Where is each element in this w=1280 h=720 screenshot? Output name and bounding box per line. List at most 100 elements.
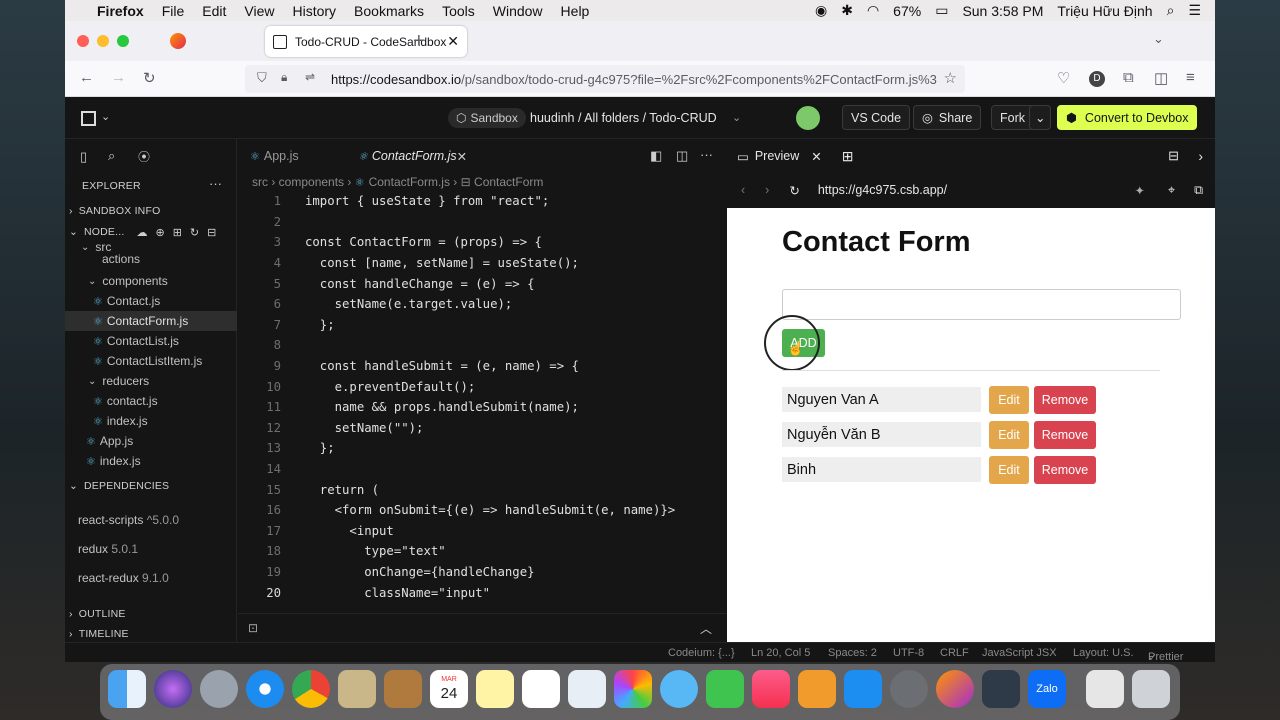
menu-bookmarks[interactable]: Bookmarks [354, 3, 424, 19]
preview-back-icon[interactable]: ‹ [741, 183, 745, 197]
shield-icon[interactable]: ⛉ [257, 70, 267, 86]
system-settings-icon[interactable] [890, 670, 928, 708]
firefox-view-icon[interactable] [170, 33, 186, 49]
code-line[interactable]: 9 const handleSubmit = (e, name) => { [238, 356, 727, 377]
notes-icon[interactable] [476, 670, 514, 708]
sandbox-info-section[interactable]: › SANDBOX INFO [65, 201, 237, 221]
close-preview-icon[interactable]: ✕ [811, 149, 821, 164]
code-line[interactable]: 8 [238, 335, 727, 356]
edit-button[interactable]: Edit [989, 421, 1029, 449]
code-line[interactable]: 10 e.preventDefault(); [238, 376, 727, 397]
code-line[interactable]: 20 className="input" [238, 582, 727, 603]
preview-url[interactable]: https://g4c975.csb.app/ [818, 183, 947, 197]
siri-icon[interactable] [154, 670, 192, 708]
status-encoding[interactable]: UTF-8 [893, 647, 924, 659]
code-line[interactable]: 6 setName(e.target.value); [238, 294, 727, 315]
crumb-file[interactable]: ContactForm.js [369, 175, 450, 189]
explorer-actions-icons[interactable]: ☁⊕⊞↻⊟ [137, 226, 225, 239]
close-tab-icon[interactable]: ✕ [457, 149, 467, 164]
user-avatar[interactable] [796, 106, 820, 130]
spotlight-icon[interactable]: ⌕ [1167, 2, 1175, 19]
breadcrumb-chevron-icon[interactable]: ⌄ [732, 111, 741, 124]
facetime-icon[interactable] [706, 670, 744, 708]
chevron-right-icon[interactable]: › [1198, 148, 1203, 164]
minimize-window-button[interactable] [97, 35, 109, 47]
clock[interactable]: Sun 3:58 PM [962, 3, 1043, 19]
zalo-icon[interactable]: Zalo [1028, 670, 1066, 708]
firefox-icon[interactable] [936, 670, 974, 708]
account-avatar[interactable]: D [1089, 71, 1105, 87]
close-window-button[interactable] [77, 35, 89, 47]
tree-app-js[interactable]: ⚛ App.js [65, 431, 237, 451]
code-line[interactable]: 18 type="text" [238, 541, 727, 562]
new-tab-icon[interactable]: + [413, 30, 425, 53]
code-line[interactable]: 5 const handleChange = (e) => { [238, 273, 727, 294]
control-center-icon[interactable]: ☰ [1188, 2, 1201, 19]
close-tab-icon[interactable]: ✕ [447, 33, 459, 50]
permissions-icon[interactable]: ⇌ [305, 70, 315, 84]
dependencies-section[interactable]: ⌄ DEPENDENCIES [65, 478, 237, 494]
code-line[interactable]: 11 name && props.handleSubmit(name); [238, 397, 727, 418]
vscode-button[interactable]: VS Code [842, 105, 911, 130]
code-line[interactable]: 17 <input [238, 521, 727, 542]
menu-help[interactable]: Help [561, 3, 590, 19]
menu-window[interactable]: Window [493, 3, 543, 19]
more-icon[interactable]: ··· [209, 176, 222, 191]
tree-contact-reducer-js[interactable]: ⚛ contact.js [65, 391, 237, 411]
extensions-icon[interactable]: ⧉ [1123, 69, 1134, 86]
add-panel-icon[interactable]: ⊞ [842, 148, 854, 165]
tree-reducers[interactable]: ⌄ reducers [65, 371, 237, 391]
code-line[interactable]: 14 [238, 459, 727, 480]
chrome-icon[interactable] [292, 670, 330, 708]
user-name[interactable]: Triệu Hữu Định [1057, 3, 1152, 19]
split-editor-icon[interactable]: ◧ [650, 148, 662, 164]
menu-app-name[interactable]: Firefox [97, 3, 144, 19]
csb-logo-icon[interactable] [81, 111, 96, 126]
browser-tab[interactable]: Todo-CRUD - CodeSandbox ✕ [265, 26, 467, 57]
code-line[interactable]: 7 }; [238, 315, 727, 336]
search-icon[interactable]: ⌕ [108, 148, 115, 164]
git-icon[interactable]: ⦿ [138, 148, 150, 165]
trash-icon[interactable] [1132, 670, 1170, 708]
split-editor-right-icon[interactable]: ◫ [676, 148, 688, 164]
menu-history[interactable]: History [292, 3, 336, 19]
remove-button[interactable]: Remove [1034, 386, 1096, 414]
tree-index-js[interactable]: ⚛ index.js [65, 451, 237, 471]
remove-button[interactable]: Remove [1034, 456, 1096, 484]
tab-contactform-js[interactable]: ⚛ ContactForm.js ✕ [346, 139, 476, 173]
code-line[interactable]: 3 const ContactForm = (props) => { [238, 232, 727, 253]
status-codeium[interactable]: Codeium: {...} [668, 647, 735, 659]
dependency-item[interactable]: redux 5.0.1 [78, 542, 138, 556]
code-line[interactable]: 15 return ( [238, 479, 727, 500]
sidebar-icon[interactable]: ◫ [1154, 69, 1168, 87]
tree-contactlist-js[interactable]: ⚛ ContactList.js [65, 331, 237, 351]
code-line[interactable]: 19 onChange={handleChange} [238, 562, 727, 583]
convert-to-devbox-button[interactable]: ⬢ Convert to Devbox [1057, 105, 1198, 130]
contact-name-input[interactable] [782, 289, 1181, 320]
list-tabs-icon[interactable]: ⌄ [1153, 31, 1164, 47]
open-new-window-icon[interactable]: ⧉ [1194, 183, 1203, 198]
back-icon[interactable]: ← [79, 69, 94, 86]
layout-icon[interactable]: ⊟ [1168, 148, 1179, 164]
fork-dropdown-icon[interactable]: ⌄ [1029, 105, 1052, 130]
hamburger-menu-icon[interactable]: ≡ [1186, 69, 1195, 86]
pocket-icon[interactable]: ♡ [1057, 69, 1070, 87]
screenshot-folder-icon[interactable] [1086, 670, 1124, 708]
dependency-item[interactable]: react-scripts ^5.0.0 [78, 513, 179, 527]
csb-menu-chevron-icon[interactable]: ⌄ [101, 110, 110, 123]
outline-section[interactable]: › OUTLINE [65, 604, 237, 624]
tab-app-js[interactable]: ⚛ App.js [238, 139, 311, 173]
url-bar[interactable]: ⛉ 🔒︎ ⇌ https://codesandbox.io /p/sandbox… [245, 65, 965, 93]
reminders-icon[interactable] [522, 670, 560, 708]
photos-icon[interactable] [614, 670, 652, 708]
code-line[interactable]: 2 [238, 212, 727, 233]
finder-icon[interactable] [108, 670, 146, 708]
files-icon[interactable]: ▯ [80, 149, 87, 165]
code-lines[interactable]: 1 import { useState } from "react"; 2 3 cons… [238, 191, 727, 603]
fork-button[interactable]: Fork [991, 105, 1034, 130]
sandbox-breadcrumb[interactable]: huudinh / All folders / Todo-CRUD [530, 111, 717, 125]
code-line[interactable]: 16 <form onSubmit={(e) => handleSubmit(e… [238, 500, 727, 521]
tree-contact-js[interactable]: ⚛ Contact.js [65, 291, 237, 311]
music-icon[interactable] [752, 670, 790, 708]
chevron-up-icon[interactable]: ︿ [700, 620, 712, 637]
